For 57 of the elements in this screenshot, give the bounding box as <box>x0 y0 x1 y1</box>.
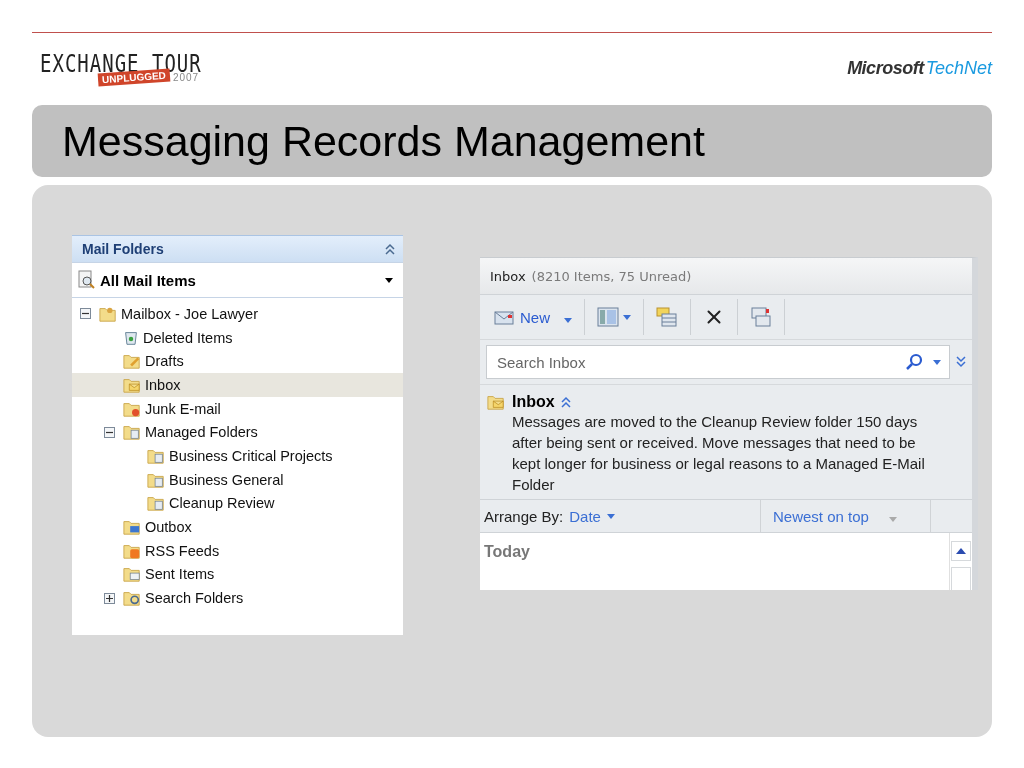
caret-icon <box>385 277 393 283</box>
folder-tree-item[interactable]: Business General <box>72 467 403 492</box>
logo-year: 2007 <box>172 71 200 83</box>
collapse-icon[interactable] <box>104 426 115 438</box>
folder-tree-item[interactable]: Mailbox - Joe Lawyer <box>72 302 403 326</box>
cards-icon <box>750 306 772 328</box>
caret-icon <box>888 516 897 522</box>
folder-tree-item[interactable]: Search Folders <box>72 586 403 610</box>
managed-folder-icon <box>146 494 166 513</box>
collapse-chevron-icon[interactable] <box>385 243 395 255</box>
drafts-folder-icon <box>122 352 142 371</box>
folder-stack-icon <box>656 306 678 328</box>
folder-tree-item[interactable]: Cleanup Review <box>72 491 403 516</box>
caret-icon <box>933 359 941 365</box>
inbox-title: Inbox <box>490 268 526 284</box>
policy-folder-name: Inbox <box>512 393 555 411</box>
inbox-folder-icon <box>486 393 506 411</box>
columns-icon <box>597 307 619 327</box>
caret-icon <box>606 513 615 519</box>
pane-title: Mail Folders <box>82 241 164 257</box>
scroll-up-icon[interactable] <box>956 548 966 554</box>
slide-title: Messaging Records Management <box>32 105 992 177</box>
scrollbar[interactable] <box>949 533 972 590</box>
caret-icon <box>564 317 572 323</box>
item-count: (8210 Items, 75 Unread) <box>531 268 692 284</box>
managed-folder-icon <box>122 423 142 442</box>
arrange-field-dropdown[interactable]: Date <box>569 507 615 525</box>
search-field[interactable]: Search Inbox <box>495 352 905 372</box>
group-header: Today <box>483 542 530 562</box>
search-box[interactable]: Search Inbox <box>486 345 950 379</box>
folder-tree-item[interactable]: Inbox <box>72 373 403 397</box>
folder-tree-item[interactable]: Business Critical Projects <box>72 444 403 468</box>
expand-chevron-icon[interactable] <box>956 356 966 368</box>
folder-tree-item[interactable]: Drafts <box>72 349 403 374</box>
folder-tree-item[interactable]: Sent Items <box>72 562 403 587</box>
folder-tree-item[interactable]: RSS Feeds <box>72 538 403 563</box>
retention-policy-text: Messages are moved to the Cleanup Review folder 150 days after being sent or received. Move messages that need to be kept longer for business or legal reasons to a Managed E-Mail Folder <box>512 412 926 495</box>
folder-tree-item[interactable]: Outbox <box>72 515 403 539</box>
outbox-folder-icon <box>122 518 142 537</box>
view-selector[interactable]: All Mail Items <box>72 262 403 298</box>
caret-icon <box>623 314 631 320</box>
envelope-icon <box>494 308 516 326</box>
sort-order-dropdown[interactable]: Newest on top <box>773 507 897 525</box>
brand-company: Microsoft <box>847 57 924 79</box>
search-icon[interactable] <box>905 353 923 371</box>
folder-tree-item[interactable]: Deleted Items <box>72 325 403 350</box>
folder-tree-item[interactable]: Junk E-mail <box>72 396 403 421</box>
folder-tree-item[interactable]: Managed Folders <box>72 420 403 445</box>
new-button[interactable]: New <box>490 299 585 335</box>
search-icon <box>78 270 96 290</box>
brand-product: TechNet <box>925 57 992 79</box>
expand-icon[interactable] <box>104 592 115 604</box>
sent-folder-icon <box>122 565 142 584</box>
collapse-icon[interactable] <box>80 308 91 320</box>
collapse-chevron-icon[interactable] <box>560 396 571 408</box>
arrange-label: Arrange By: <box>484 507 564 525</box>
search-folder-icon <box>122 589 142 608</box>
